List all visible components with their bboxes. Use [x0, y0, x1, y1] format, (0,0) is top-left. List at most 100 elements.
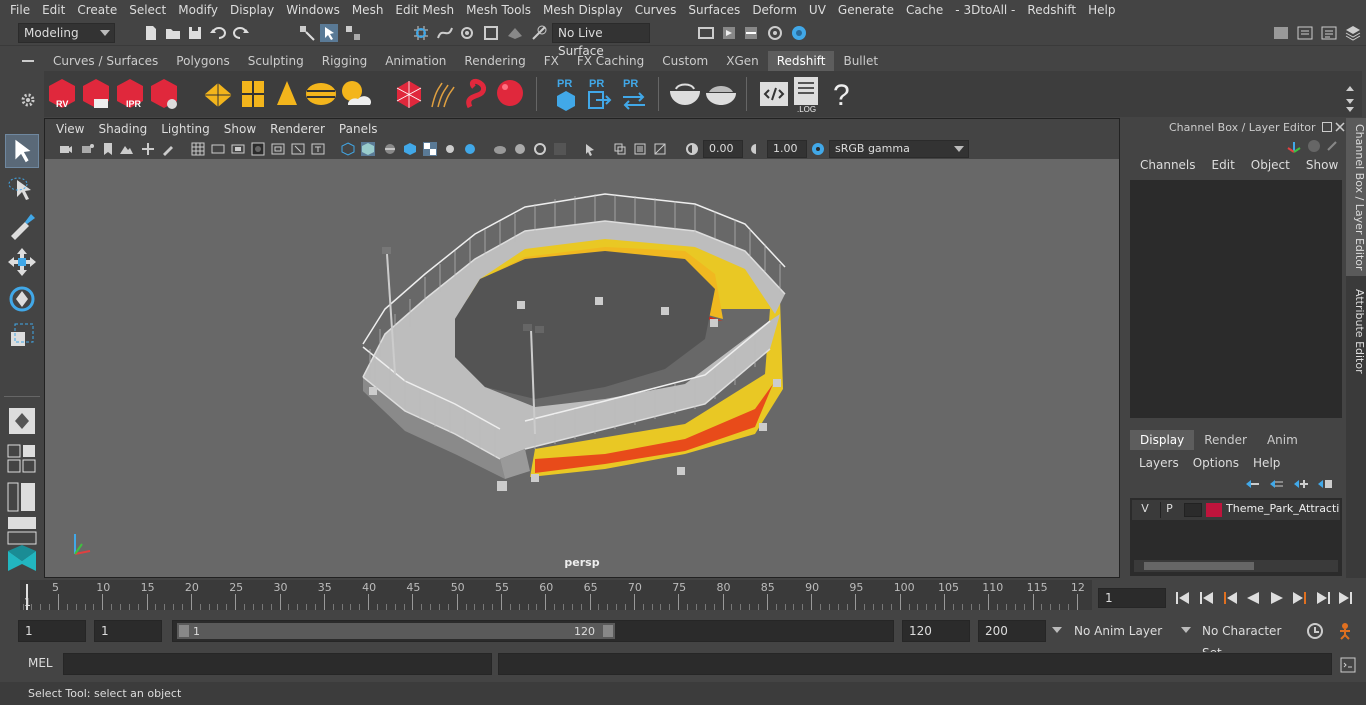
tab-anim[interactable]: Anim: [1257, 430, 1308, 450]
redshift-sphere-icon[interactable]: [494, 77, 526, 109]
redshift-render-settings-icon[interactable]: [148, 77, 180, 111]
x-ray-icon[interactable]: [553, 142, 567, 156]
redo-icon[interactable]: [232, 24, 250, 42]
tab-display[interactable]: Display: [1130, 430, 1195, 450]
snap-grid-icon[interactable]: [412, 24, 430, 42]
layer-menu-options[interactable]: Options: [1186, 456, 1246, 470]
playback-start-field[interactable]: 1: [94, 620, 162, 642]
undo-icon[interactable]: [209, 24, 227, 42]
render-view-icon[interactable]: [697, 24, 715, 42]
pr-swap-icon[interactable]: PR: [620, 75, 648, 113]
playback-end-field[interactable]: 120: [902, 620, 970, 642]
shelf-tab-sculpting[interactable]: Sculpting: [239, 51, 313, 71]
current-time-indicator[interactable]: [26, 584, 28, 610]
scene-end-field[interactable]: 200: [978, 620, 1046, 642]
layer-scrollbar[interactable]: [1134, 560, 1338, 572]
select-component-icon[interactable]: [344, 24, 362, 42]
menu-curves[interactable]: Curves: [629, 0, 683, 20]
new-scene-icon[interactable]: [142, 24, 160, 42]
wireframe-on-shaded-icon[interactable]: [383, 142, 397, 156]
layer-scrollbar-thumb[interactable]: [1144, 562, 1254, 570]
snap-surface-icon[interactable]: [506, 24, 524, 42]
redshift-volume-icon[interactable]: [428, 79, 458, 109]
tab-render[interactable]: Render: [1194, 430, 1257, 450]
shelf-tab-curves-surfaces[interactable]: Curves / Surfaces: [44, 51, 167, 71]
rotate-tool-icon[interactable]: [5, 282, 39, 316]
layer-row[interactable]: V P Theme_Park_Attraction: [1132, 500, 1340, 520]
menu-modify[interactable]: Modify: [172, 0, 224, 20]
viewport-menu-renderer[interactable]: Renderer: [263, 122, 332, 136]
viewport-menu-view[interactable]: View: [49, 122, 91, 136]
gear-icon[interactable]: [20, 92, 36, 108]
redshift-portal-light-icon[interactable]: [240, 79, 266, 109]
character-set-dropdown[interactable]: No Character Set: [1196, 620, 1300, 660]
redshift-script-icon[interactable]: [758, 79, 790, 109]
close-icon[interactable]: [1334, 121, 1346, 133]
go-to-end-icon[interactable]: [1339, 592, 1352, 604]
redshift-render-view-icon[interactable]: RV: [46, 77, 78, 111]
grid-toggle-icon[interactable]: [191, 142, 205, 156]
move-tool-icon[interactable]: [5, 245, 39, 279]
smooth-shade-button[interactable]: [361, 142, 375, 156]
shelf-tab-rendering[interactable]: Rendering: [455, 51, 534, 71]
colorspace-dropdown[interactable]: sRGB gamma: [829, 140, 969, 158]
menu-deform[interactable]: Deform: [746, 0, 803, 20]
workspace-icon[interactable]: [1272, 24, 1290, 42]
redshift-area-light-icon[interactable]: [202, 81, 234, 109]
safe-action-icon[interactable]: [291, 142, 305, 156]
channel-menu-object[interactable]: Object: [1243, 158, 1298, 172]
chevron-down-icon[interactable]: [1181, 627, 1191, 633]
menu-cache[interactable]: Cache: [900, 0, 949, 20]
menu-help[interactable]: Help: [1082, 0, 1121, 20]
menu-surfaces[interactable]: Surfaces: [682, 0, 746, 20]
grease-pencil-icon[interactable]: [161, 142, 175, 156]
wireframe-icon[interactable]: [341, 142, 355, 156]
single-perspective-layout-icon[interactable]: [5, 404, 39, 438]
axis-icon[interactable]: [1286, 138, 1302, 154]
layer-color-swatch[interactable]: [1206, 503, 1222, 517]
play-backward-icon[interactable]: [1247, 592, 1259, 604]
exposure-field[interactable]: 0.00: [703, 140, 743, 158]
viewport-scene[interactable]: persp: [45, 159, 1119, 577]
menu-uv[interactable]: UV: [803, 0, 832, 20]
bookmark-icon[interactable]: [101, 142, 115, 156]
menu-generate[interactable]: Generate: [832, 0, 900, 20]
film-gate-icon[interactable]: [211, 142, 225, 156]
lasso-tool-icon[interactable]: [5, 172, 39, 206]
layer-visibility-toggle[interactable]: V: [1136, 502, 1154, 518]
shelf-tab-custom[interactable]: Custom: [653, 51, 717, 71]
menu-select[interactable]: Select: [123, 0, 172, 20]
shelf-menu-icon[interactable]: [22, 60, 34, 62]
gamma-field[interactable]: 1.00: [767, 140, 807, 158]
screen-space-ao-icon[interactable]: [463, 142, 477, 156]
safe-title-icon[interactable]: [311, 142, 325, 156]
mode-dropdown[interactable]: Modeling: [18, 23, 115, 43]
float-window-icon[interactable]: [1322, 122, 1332, 132]
shelf-tab-xgen[interactable]: XGen: [717, 51, 768, 71]
step-forward-frame-icon[interactable]: [1293, 592, 1306, 604]
snap-view-plane-icon[interactable]: [482, 24, 500, 42]
select-tool-button[interactable]: [5, 134, 39, 168]
new-layer-icon[interactable]: [1292, 477, 1310, 491]
menu-create[interactable]: Create: [71, 0, 123, 20]
redshift-sun-sky-icon[interactable]: [340, 79, 374, 109]
use-all-lights-button[interactable]: [423, 142, 437, 156]
step-forward-key-icon[interactable]: [1317, 592, 1330, 604]
move-layer-down-icon[interactable]: [1268, 477, 1284, 491]
field-chart-icon[interactable]: [271, 142, 285, 156]
pin-icon[interactable]: [1324, 138, 1340, 154]
resolution-gate-icon[interactable]: [231, 142, 245, 156]
select-hierarchy-icon[interactable]: [298, 24, 316, 42]
four-view-layout-icon[interactable]: [5, 442, 39, 476]
render-frame-icon[interactable]: [720, 24, 738, 42]
hypershade-icon[interactable]: [790, 24, 808, 42]
chevron-down-icon[interactable]: [1052, 627, 1062, 633]
tab-attribute-editor[interactable]: Attribute Editor: [1346, 286, 1366, 376]
viewport-menu-show[interactable]: Show: [217, 122, 263, 136]
camera-select-icon[interactable]: [59, 142, 73, 156]
pr-mesh-icon[interactable]: PR: [554, 75, 578, 113]
new-layer-selected-icon[interactable]: [1316, 477, 1334, 491]
menu-mesh-display[interactable]: Mesh Display: [537, 0, 629, 20]
step-back-frame-icon[interactable]: [1224, 592, 1237, 604]
gamma-icon[interactable]: [749, 142, 763, 156]
